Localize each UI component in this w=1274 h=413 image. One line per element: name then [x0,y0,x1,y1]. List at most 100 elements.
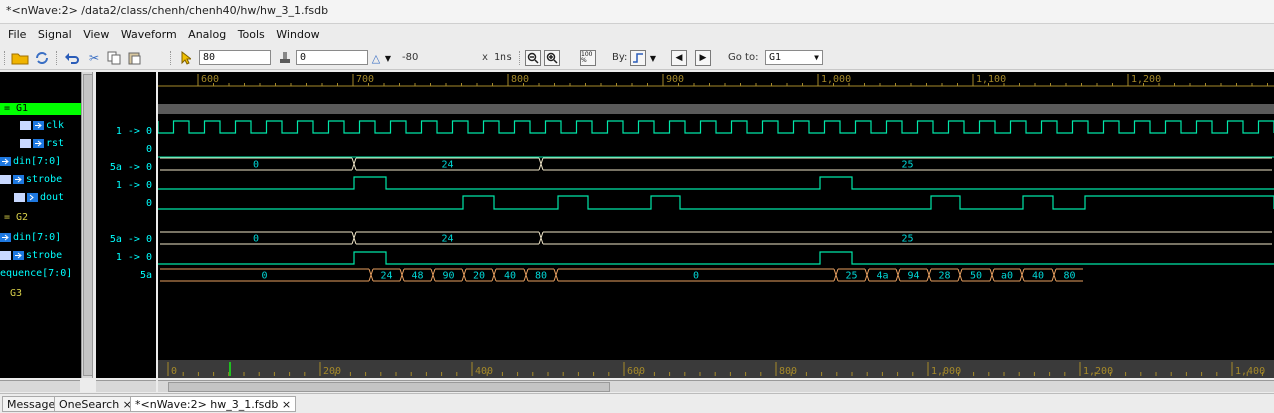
menu-tools[interactable]: Tools [238,28,265,41]
group-g2-label[interactable]: = G2 [4,212,28,223]
bus-transition [989,268,995,282]
ruler-label: 1,000 [931,366,961,377]
signal-value-panel: 1 -> 0 0 5a -> 0 1 -> 0 0 5a -> 0 1 -> 0… [96,72,156,378]
bottom-tab-bar: Message OneSearch × *<nWave:2> hw_3_1.fs… [0,393,1274,413]
zoom-100-icon[interactable]: 100 % [580,50,596,66]
menu-analog[interactable]: Analog [188,28,226,41]
copy-icon[interactable] [104,49,124,67]
edge-dropdown-icon[interactable]: ▼ [648,49,658,67]
bus-value-label: 28 [938,271,950,282]
bus-value-label: 94 [907,271,919,282]
bus-value-label: 24 [380,271,392,282]
ruler-label: 900 [666,74,684,85]
marker-time-field[interactable]: 0 [296,50,368,65]
delta-dropdown-icon[interactable]: ▼ [383,49,393,67]
din-g1-bus: 0 24 25 [160,157,1272,171]
name-panel-scrollbar[interactable] [81,72,93,378]
ruler-label: 1,100 [976,74,1006,85]
signal-row-strobe-g1[interactable]: strobe [0,174,62,185]
signal-row-sequence[interactable]: equence[7:0] [0,268,72,279]
bus-transition [368,268,374,282]
bus-transition [895,268,901,282]
tab-onesearch[interactable]: OneSearch × [54,396,137,412]
scrollbar-thumb[interactable] [168,382,610,392]
search-backward-icon[interactable]: ◀ [671,50,687,66]
signal-value: 0 [145,144,152,155]
goto-select[interactable]: G1 ▼ [765,50,823,65]
signal-value: 1 -> 0 [115,252,152,263]
bus-value-label: 0 [253,234,259,245]
open-folder-icon[interactable] [10,49,30,67]
toolbar-grip [4,51,7,65]
bus-transition [1019,268,1025,282]
group-g1-band [158,104,1274,114]
signal-name-panel: = G1 clk rst din[7:0] strobe dout = G2 d… [0,72,81,378]
input-arrow-icon [33,120,44,130]
input-arrow-icon [33,138,44,148]
bottom-time-ruler: 0 200 400 600 800 1,000 1,200 1,400 [158,360,1274,378]
marker-icon[interactable] [276,49,294,67]
panel-header [0,72,81,92]
cut-icon[interactable]: ✂ [84,49,104,67]
signal-row-clk[interactable]: clk [20,120,64,131]
waveform-panel[interactable]: 600 700 800 900 1,000 1,100 1,200 0 24 25 0 24 25 0 2… [158,72,1274,378]
signal-name: strobe [26,174,63,185]
menu-waveform[interactable]: Waveform [121,28,177,41]
menu-file[interactable]: File [8,28,26,41]
bus-value-label: 90 [442,271,454,282]
bus-value-label: 0 [253,160,259,171]
goto-label: Go to: [728,52,759,63]
search-forward-icon[interactable]: ▶ [695,50,711,66]
edge-type-icon[interactable] [630,50,646,66]
tab-nwave[interactable]: *<nWave:2> hw_3_1.fsdb × [130,396,297,412]
signal-traces: 0 24 25 0 24 25 0 24 48 90 20 40 80 0 25 4a 94 28 50 a0 40 80 [158,120,1274,282]
tab-message[interactable]: Message [2,396,61,412]
group-g3-label[interactable]: G3 [10,288,22,299]
signal-row-din-g2[interactable]: din[7:0] [0,232,61,243]
wave-h-scrollbar[interactable] [158,380,1274,392]
reload-icon[interactable] [32,49,52,67]
bus-transition [957,268,963,282]
menu-view[interactable]: View [83,28,109,41]
bus-value-label: 80 [1063,271,1075,282]
bus-transition [926,268,932,282]
cursor-time-field[interactable]: 80 [199,50,271,65]
bus-value-label: 40 [504,271,516,282]
din-g2-bus: 0 24 25 [160,231,1272,245]
bus-transition [430,268,436,282]
var-output-icon [14,192,25,202]
bus-transition [491,268,497,282]
signal-value: 1 -> 0 [115,180,152,191]
value-h-scrollbar[interactable] [96,380,156,392]
menu-window[interactable]: Window [276,28,319,41]
signal-row-dout[interactable]: dout [14,192,64,203]
signal-name: din[7:0] [13,156,62,167]
delta-up-icon[interactable]: △ [369,49,383,67]
bus-transition [538,157,544,171]
ruler-label: 1,200 [1083,366,1113,377]
signal-row-strobe-g2[interactable]: strobe [0,250,62,261]
signal-name: rst [46,138,65,149]
scrollbar-thumb[interactable] [83,74,93,376]
clk-trace [158,120,1274,134]
delta-value: -80 [402,52,419,63]
input-arrow-icon [0,156,11,166]
signal-row-din-g1[interactable]: din[7:0] [0,156,61,167]
signal-name: clk [46,120,65,131]
name-h-scrollbar[interactable] [0,380,80,392]
menu-signal[interactable]: Signal [38,28,72,41]
goto-dropdown-icon[interactable]: ▼ [814,51,819,64]
goto-value: G1 [769,52,782,63]
cursor-arrow-icon[interactable] [178,49,194,67]
zoom-out-icon[interactable] [525,50,541,66]
undo-icon[interactable] [62,49,82,67]
zoom-in-icon[interactable] [544,50,560,66]
bus-transition [351,231,357,245]
paste-icon[interactable] [124,49,144,67]
bus-value-label: 40 [1032,271,1044,282]
toolbar: ✂ 80 0 △ ▼ -80 x 1ns 100 % By: ▼ ◀ ▶ Go … [0,46,1274,70]
bus-transition [553,268,559,282]
var-input-icon [20,138,31,148]
waveform-canvas[interactable]: 600 700 800 900 1,000 1,100 1,200 0 24 250 24 250 2… [158,72,1274,378]
signal-row-rst[interactable]: rst [20,138,64,149]
